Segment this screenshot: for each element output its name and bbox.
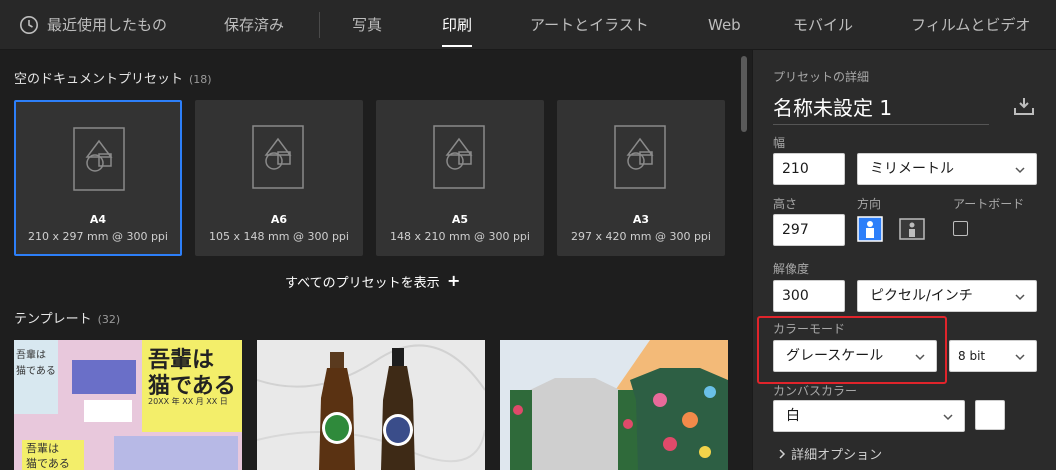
chevron-down-icon [1015,354,1025,361]
artboard-label: アートボード [953,197,1025,211]
template-thumbnail-clothing[interactable] [500,340,728,470]
color-mode-label: カラーモード [773,322,846,336]
preset-card-a3[interactable]: A3 297 x 420 mm @ 300 ppi [557,100,725,256]
orientation-label: 方向 [857,197,882,211]
preset-size: 210 x 297 mm @ 300 ppi [28,230,168,243]
canvas-color-value: 白 [786,408,800,424]
chevron-down-icon [1015,294,1025,301]
resolution-unit-value: ピクセル/インチ [870,288,973,304]
poster-small-text-1: 吾輩は [16,350,46,361]
canvas-color-label: カンバスカラー [773,384,858,398]
color-mode-value: グレースケール [786,348,884,364]
canvas-color-select[interactable]: 白 [773,400,965,432]
blank-presets-count: (18) [189,73,212,86]
advanced-options-label: 詳細オプション [791,448,883,463]
unit-select[interactable]: ミリメートル [857,153,1037,185]
poster-small-text-2: 猫である [16,366,56,377]
tab-recent[interactable]: 最近使用したもの [47,0,167,50]
width-input[interactable]: 210 [773,153,845,185]
chevron-right-icon [779,449,786,459]
blank-presets-title: 空のドキュメントプリセット [14,72,184,87]
tab-mobile[interactable]: モバイル [793,0,853,50]
blank-document-icon [252,125,304,189]
chevron-down-icon [915,354,925,361]
preset-card-a6[interactable]: A6 105 x 148 mm @ 300 ppi [195,100,363,256]
tab-saved[interactable]: 保存済み [224,0,284,50]
poster-small-text-3: 吾輩は [26,442,59,455]
templates-heading: テンプレート (32) [14,308,120,327]
preset-size: 148 x 210 mm @ 300 ppi [390,230,530,243]
templates-title: テンプレート [14,312,92,327]
resolution-unit-select[interactable]: ピクセル/インチ [857,280,1037,312]
templates-count: (32) [97,313,121,326]
color-mode-select[interactable]: グレースケール [773,340,937,372]
unit-select-value: ミリメートル [870,161,954,177]
document-name-underline [773,124,989,125]
document-name-field[interactable]: 名称未設定 1 [773,92,892,121]
blank-document-icon [73,127,125,191]
height-label: 高さ [773,197,798,211]
preset-details-panel: プリセットの詳細 名称未設定 1 幅 210 ミリメートル 高さ 方向 アートボ… [752,50,1056,470]
template-thumbnail-poster[interactable]: 吾輩は 猫である 20XX 年 XX 月 XX 日 吾輩は 猫である 吾輩は 猫… [14,340,242,470]
preset-name: A5 [451,213,469,226]
chevron-down-icon [943,414,953,421]
blank-document-icon [433,125,485,189]
scrollbar-thumb[interactable] [741,56,747,132]
portrait-orientation-icon[interactable] [857,216,883,242]
preset-size: 105 x 148 mm @ 300 ppi [209,230,349,243]
tab-photo[interactable]: 写真 [352,0,382,50]
chevron-down-icon [1015,167,1025,174]
clock-icon [20,16,38,34]
plus-icon[interactable]: + [447,272,460,290]
tab-film-video[interactable]: フィルムとビデオ [911,0,1030,50]
bottle-mockup-image [257,340,485,470]
tab-art-illustration[interactable]: アートとイラスト [530,0,649,50]
preset-card-a5[interactable]: A5 148 x 210 mm @ 300 ppi [376,100,544,256]
width-label: 幅 [773,136,786,150]
active-tab-indicator [442,45,472,47]
resolution-input[interactable]: 300 [773,280,845,312]
tab-print[interactable]: 印刷 [442,0,472,50]
preset-card-a4[interactable]: A4 210 x 297 mm @ 300 ppi [14,100,182,256]
template-thumbnail-bottles[interactable] [257,340,485,470]
canvas-color-swatch[interactable] [975,400,1005,430]
blank-presets-heading: 空のドキュメントプリセット (18) [14,68,212,87]
save-preset-icon[interactable] [1013,96,1035,116]
advanced-options-toggle[interactable]: 詳細オプション [777,444,882,463]
poster-date-text: 20XX 年 XX 月 XX 日 [148,397,228,406]
new-document-dialog: 最近使用したもの 保存済み 写真 印刷 アートとイラスト Web モバイル フィ… [0,0,1056,470]
preset-name: A4 [89,213,107,226]
artboard-checkbox[interactable] [953,221,968,236]
bit-depth-select[interactable]: 8 bit [949,340,1037,372]
preset-details-heading: プリセットの詳細 [773,70,870,84]
tab-separator [319,12,320,38]
preset-name: A3 [632,213,650,226]
preset-name: A6 [270,213,288,226]
tab-web[interactable]: Web [708,0,741,50]
show-all-presets-link[interactable]: すべてのプリセットを表示 [285,272,440,291]
bit-depth-value: 8 bit [958,349,986,363]
poster-small-text-4: 猫である [26,457,70,470]
landscape-orientation-icon[interactable] [899,216,925,242]
resolution-label: 解像度 [773,262,810,276]
category-tabs: 最近使用したもの 保存済み 写真 印刷 アートとイラスト Web モバイル フィ… [0,0,1056,50]
preset-size: 297 x 420 mm @ 300 ppi [571,230,711,243]
height-input[interactable]: 297 [773,214,845,246]
blank-document-icon [614,125,666,189]
clothing-mockup-image [500,340,728,470]
